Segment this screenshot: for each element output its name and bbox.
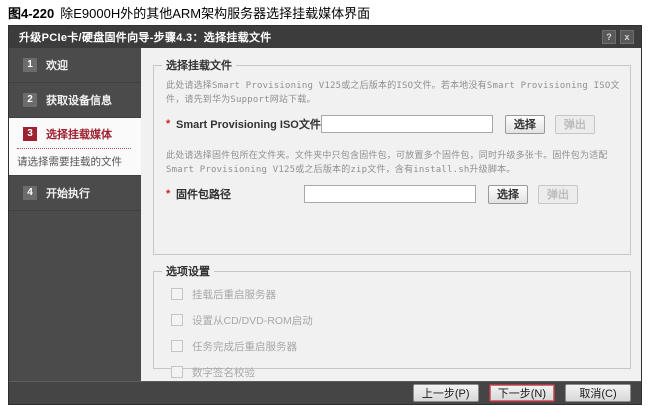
checkbox-icon — [171, 340, 183, 352]
step-start-execution: 4 开始执行 — [9, 176, 141, 211]
firmware-path-label: 固件包路径 — [176, 186, 304, 202]
page: 图4-220 除E9000H外的其他ARM架构服务器选择挂载媒体界面 升级PCIe… — [0, 0, 649, 407]
dialog-body: 1 欢迎 2 获取设备信息 3 选择挂载媒体 请选择需要挂载的文件 4 — [9, 48, 641, 381]
required-asterisk: * — [166, 118, 176, 130]
help-icon[interactable]: ? — [602, 30, 616, 44]
mount-file-section: 选择挂载文件 此处请选择Smart Provisioning V125或之后版本… — [153, 57, 631, 255]
step-number: 2 — [23, 93, 37, 107]
firmware-path-row: * 固件包路径 选择 弹出 — [166, 185, 620, 204]
iso-select-button[interactable]: 选择 — [505, 115, 545, 134]
step-label: 开始执行 — [46, 185, 90, 201]
step-get-device-info: 2 获取设备信息 — [9, 83, 141, 118]
step-label: 欢迎 — [46, 57, 68, 73]
step-welcome: 1 欢迎 — [9, 48, 141, 83]
iso-eject-button: 弹出 — [555, 115, 595, 134]
cancel-button[interactable]: 取消(C) — [565, 384, 631, 402]
next-button[interactable]: 下一步(N) — [489, 384, 555, 402]
close-icon[interactable]: x — [620, 30, 634, 44]
option-restart-after-task: 任务完成后重启服务器 — [171, 333, 620, 359]
iso-description: 此处请选择Smart Provisioning V125或之后版本的ISO文件。… — [166, 79, 620, 108]
active-step-subtitle: 请选择需要挂载的文件 — [17, 154, 133, 169]
required-asterisk: * — [166, 188, 176, 200]
wizard-dialog: 升级PCIe卡/硬盘固件向导-步骤4.3：选择挂载文件 ? x 1 欢迎 2 获… — [8, 25, 642, 405]
checkbox-icon — [171, 314, 183, 326]
prev-button[interactable]: 上一步(P) — [413, 384, 479, 402]
step-label: 选择挂载媒体 — [46, 126, 112, 142]
option-label: 挂载后重启服务器 — [192, 287, 276, 302]
active-step-dotted-divider — [17, 148, 131, 149]
iso-file-row: * Smart Provisioning ISO文件 选择 弹出 — [166, 115, 620, 134]
dialog-title: 升级PCIe卡/硬盘固件向导-步骤4.3：选择挂载文件 — [19, 29, 598, 45]
step-number: 4 — [23, 186, 37, 200]
option-restart-after-mount: 挂载后重启服务器 — [171, 281, 620, 307]
figure-title: 除E9000H外的其他ARM架构服务器选择挂载媒体界面 — [60, 6, 370, 21]
option-boot-from-cddvd: 设置从CD/DVD-ROM启动 — [171, 307, 620, 333]
iso-file-input[interactable] — [321, 115, 493, 133]
option-label: 数字签名校验 — [192, 365, 255, 380]
dialog-footer: 上一步(P) 下一步(N) 取消(C) — [9, 381, 641, 404]
options-section-legend: 选项设置 — [162, 263, 214, 279]
step-select-mount-media-active: 3 选择挂载媒体 请选择需要挂载的文件 — [9, 118, 141, 176]
figure-caption: 图4-220 除E9000H外的其他ARM架构服务器选择挂载媒体界面 — [8, 3, 370, 22]
options-section: 选项设置 挂载后重启服务器 设置从CD/DVD-ROM启动 任务完成后重启服务器 — [153, 263, 631, 369]
content-panel: 选择挂载文件 此处请选择Smart Provisioning V125或之后版本… — [141, 48, 641, 381]
iso-file-label: Smart Provisioning ISO文件 — [176, 116, 321, 132]
step-number: 3 — [23, 127, 37, 141]
firmware-description: 此处请选择固件包所在文件夹。文件夹中只包含固件包，可放置多个固件包，同时升级多张… — [166, 149, 620, 178]
figure-label: 图4-220 — [8, 6, 54, 21]
option-label: 设置从CD/DVD-ROM启动 — [192, 313, 313, 328]
mount-file-section-legend: 选择挂载文件 — [162, 57, 236, 73]
dialog-titlebar: 升级PCIe卡/硬盘固件向导-步骤4.3：选择挂载文件 ? x — [9, 26, 641, 48]
firmware-path-input[interactable] — [304, 185, 476, 203]
option-label: 任务完成后重启服务器 — [192, 339, 297, 354]
checkbox-icon — [171, 366, 183, 378]
step-label: 获取设备信息 — [46, 92, 112, 108]
step-number: 1 — [23, 58, 37, 72]
firmware-select-button[interactable]: 选择 — [488, 185, 528, 204]
wizard-steps-sidebar: 1 欢迎 2 获取设备信息 3 选择挂载媒体 请选择需要挂载的文件 4 — [9, 48, 141, 381]
checkbox-icon — [171, 288, 183, 300]
firmware-eject-button: 弹出 — [538, 185, 578, 204]
